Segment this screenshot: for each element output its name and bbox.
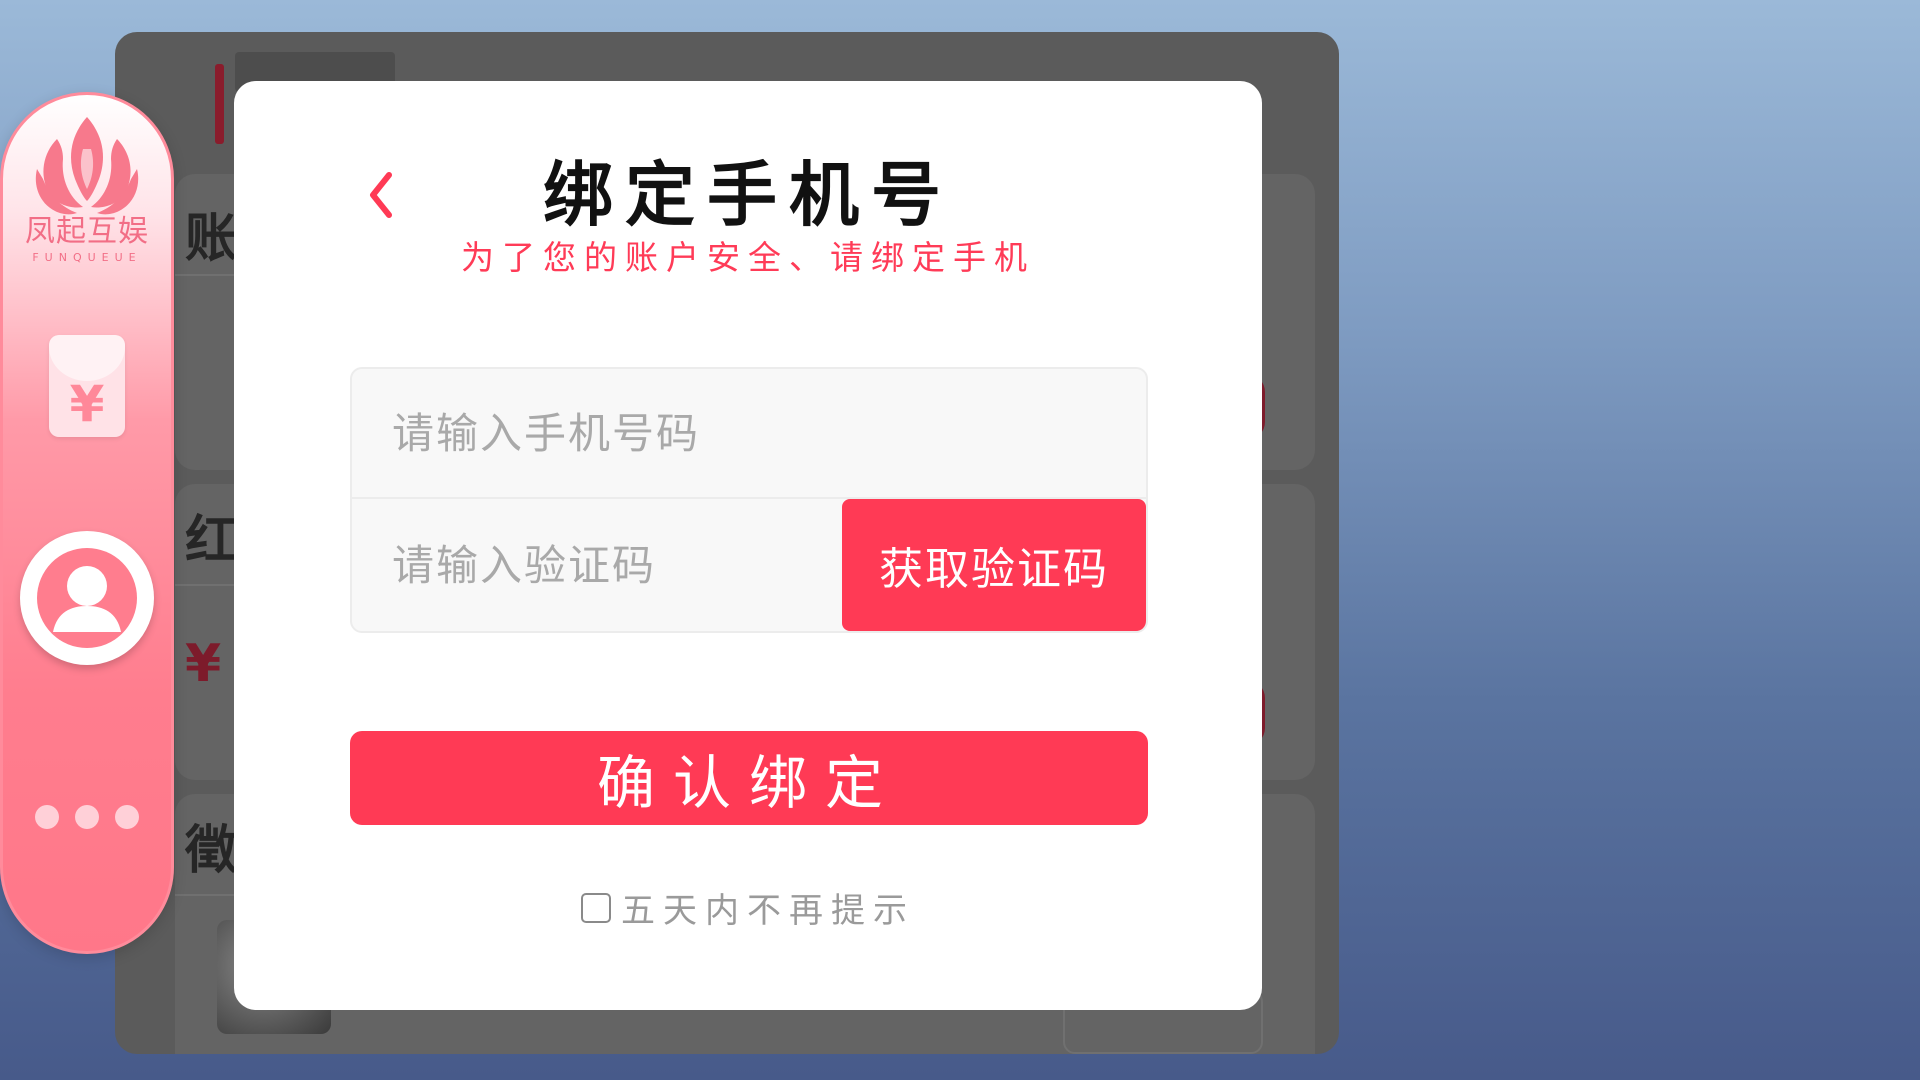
logo-subtext: FUNQUEUE [32,251,142,264]
dialog-title: 绑定手机号 [543,154,953,236]
sidebar: 凤起互娱 FUNQUEUE ¥ [0,92,174,954]
verification-code-input[interactable] [352,499,846,631]
red-packet-icon: ¥ [49,335,125,437]
phone-form: 获取验证码 [350,367,1148,633]
background-peek-char: 徵 [185,821,238,881]
app-logo: 凤起互娱 FUNQUEUE [11,109,163,264]
avatar [20,531,154,665]
background-peek-char: 红 [185,511,238,571]
dont-remind-checkbox[interactable] [581,892,611,923]
confirm-bind-button[interactable]: 确认绑定 [350,731,1148,825]
dont-remind-label[interactable]: 五天内不再提示 [621,883,915,932]
background-peek-yen: ¥ [185,634,222,694]
background-peek-char: 账 [185,209,238,269]
section-accent-bar [215,64,224,144]
sidebar-item-profile[interactable] [3,531,171,665]
user-avatar-icon [37,548,137,648]
logo-text: 凤起互娱 [25,214,149,249]
get-code-button[interactable]: 获取验证码 [842,499,1146,631]
more-dots-icon [35,805,139,829]
phone-number-input[interactable] [352,369,1146,497]
phoenix-logo-icon [35,117,139,215]
sidebar-item-red-packet[interactable]: ¥ [3,335,171,437]
dont-remind-row: 五天内不再提示 [234,883,1262,932]
bind-phone-dialog: 绑定手机号 为了您的账户安全、请绑定手机 获取验证码 确认绑定 五天内不再提示 [234,81,1262,1010]
dialog-subtitle: 为了您的账户安全、请绑定手机 [461,238,1035,277]
red-packet-yen: ¥ [69,375,105,433]
sidebar-item-more[interactable] [3,805,171,829]
